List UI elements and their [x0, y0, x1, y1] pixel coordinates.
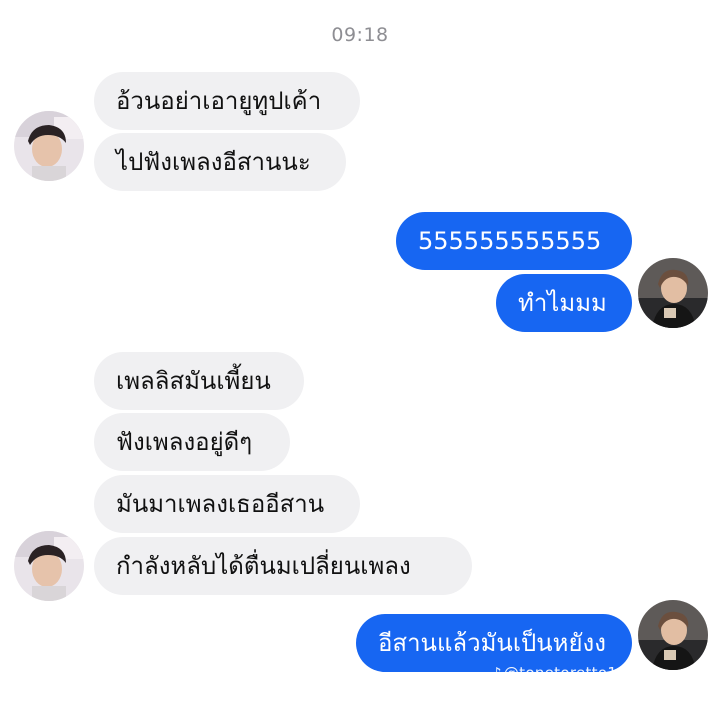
contact-avatar[interactable] — [14, 111, 84, 181]
watermark-handle: @tonetoretto1 — [503, 664, 618, 682]
received-message[interactable]: กำลังหลับได้ตื่นมเปลี่ยนเพลง — [94, 537, 472, 595]
tiktok-icon: ♪ — [492, 664, 502, 682]
received-message[interactable]: ฟังเพลงอยู่ดีๆ — [94, 413, 290, 471]
message-timestamp: 09:18 — [331, 24, 389, 46]
received-message[interactable]: ไปฟังเพลงอีสานนะ — [94, 133, 346, 191]
chat-thread: 09:18 อ้วนอย่าเอายูทูปเค้า ไปฟังเพลงอีสา… — [0, 0, 720, 720]
received-message[interactable]: อ้วนอย่าเอายูทูปเค้า — [94, 72, 360, 130]
sent-message[interactable]: 555555555555 — [396, 212, 632, 270]
received-message[interactable]: เพลลิสมันเพี้ยน — [94, 352, 304, 410]
received-message[interactable]: มันมาเพลงเธออีสาน — [94, 475, 360, 533]
watermark: ♪ @tonetoretto1 — [492, 664, 617, 682]
contact-avatar[interactable] — [14, 531, 84, 601]
user-avatar[interactable] — [638, 600, 708, 670]
user-avatar[interactable] — [638, 258, 708, 328]
sent-message[interactable]: ทำไมมม — [496, 274, 632, 332]
